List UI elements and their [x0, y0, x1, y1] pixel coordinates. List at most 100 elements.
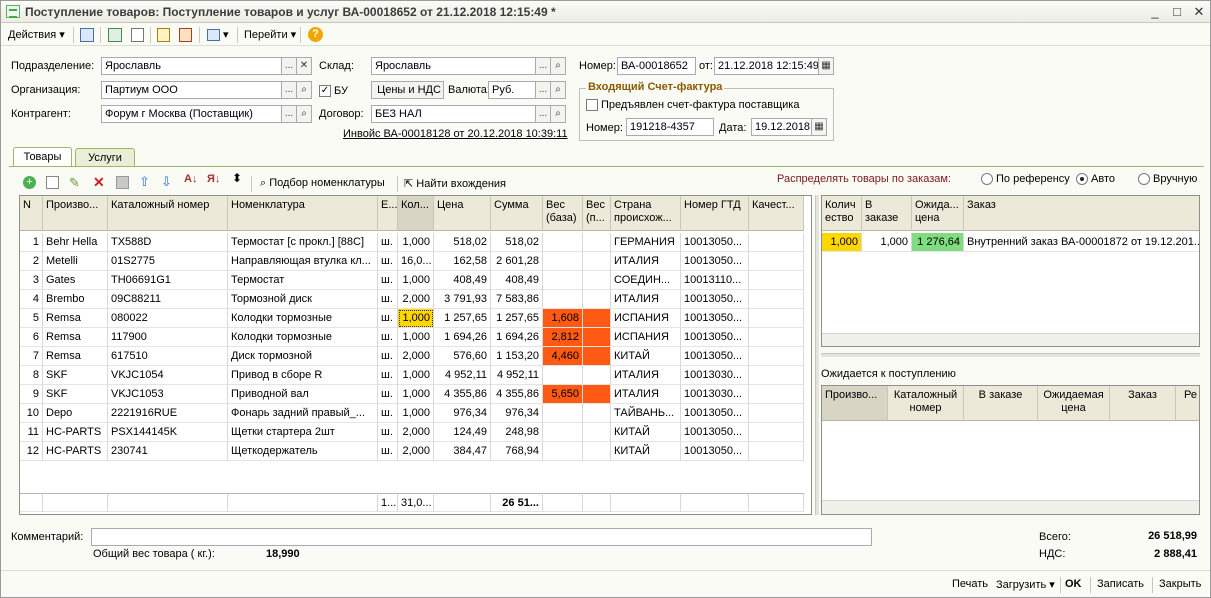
table-cell[interactable]: 2	[20, 252, 43, 271]
sklad-field[interactable]: Ярославль	[371, 57, 536, 75]
table-cell[interactable]: 1,000	[398, 404, 434, 423]
sf-date-field[interactable]: 19.12.2018	[751, 118, 812, 136]
column-header[interactable]: Е...	[378, 196, 398, 231]
table-cell[interactable]	[543, 271, 583, 290]
table-cell[interactable]	[749, 290, 804, 309]
date-field[interactable]: 21.12.2018 12:15:49	[714, 57, 819, 75]
table-cell[interactable]: 10	[20, 404, 43, 423]
table-cell[interactable]: 617510	[108, 347, 228, 366]
table-cell[interactable]: 1 694,26	[491, 328, 543, 347]
column-header[interactable]: Заказ	[1110, 386, 1176, 421]
table-cell[interactable]: 1,000	[398, 309, 434, 328]
table-cell[interactable]: 162,58	[434, 252, 491, 271]
move-up-icon[interactable]: ⇧	[139, 174, 150, 190]
edit-row-icon[interactable]: ✎	[69, 175, 80, 191]
org-search-icon[interactable]: ⌕	[297, 81, 312, 99]
horizontal-splitter[interactable]	[821, 353, 1200, 357]
table-cell[interactable]: Тормозной диск	[228, 290, 378, 309]
table-cell[interactable]	[749, 423, 804, 442]
table-cell[interactable]: ш.	[378, 271, 398, 290]
table-cell[interactable]: Metelli	[43, 252, 108, 271]
actions-menu[interactable]: Действия ▾	[8, 26, 65, 44]
column-header[interactable]: В заказе	[862, 196, 912, 231]
column-header[interactable]: Номенклатура	[228, 196, 378, 231]
table-cell[interactable]: 248,98	[491, 423, 543, 442]
table-cell[interactable]: 10013050...	[681, 290, 749, 309]
post-and-close-icon[interactable]	[80, 28, 94, 42]
invoice-link[interactable]: Инвойс ВА-00018128 от 20.12.2018 10:39:1…	[343, 128, 568, 140]
table-cell[interactable]	[749, 385, 804, 404]
table-cell[interactable]: TX588D	[108, 233, 228, 252]
column-header[interactable]: Вес (п...	[583, 196, 611, 231]
copy-doc-icon[interactable]	[131, 28, 144, 42]
table-cell[interactable]: ИТАЛИЯ	[611, 290, 681, 309]
table-cell[interactable]: ИТАЛИЯ	[611, 385, 681, 404]
sklad-search-icon[interactable]: ⌕	[551, 57, 566, 75]
column-header[interactable]: Произво...	[822, 386, 888, 421]
prices-nds-button[interactable]: Цены и НДС	[371, 81, 444, 99]
table-cell[interactable]: 4	[20, 290, 43, 309]
table-cell[interactable]: 976,34	[491, 404, 543, 423]
column-header[interactable]: В заказе	[964, 386, 1038, 421]
table-cell[interactable]: VKJC1053	[108, 385, 228, 404]
radio-auto[interactable]	[1076, 173, 1088, 185]
tab-services[interactable]: Услуги	[75, 148, 135, 167]
table-cell[interactable]: ИСПАНИЯ	[611, 328, 681, 347]
table-cell[interactable]: 7	[20, 347, 43, 366]
refresh-icon[interactable]	[108, 28, 122, 42]
table-cell[interactable]: Колодки тормозные	[228, 309, 378, 328]
save-button[interactable]: Записать	[1097, 578, 1144, 590]
table-cell[interactable]: Приводной вал	[228, 385, 378, 404]
ok-button[interactable]: OK	[1065, 578, 1082, 590]
table-cell[interactable]: Внутренний заказ ВА-00001872 от 19.12.20…	[964, 233, 1199, 252]
table-cell[interactable]	[583, 271, 611, 290]
table-cell[interactable]	[583, 309, 611, 328]
goto-menu[interactable]: Перейти ▾	[244, 26, 296, 44]
table-cell[interactable]: 576,60	[434, 347, 491, 366]
column-header[interactable]: Заказ	[964, 196, 1199, 231]
table-cell[interactable]: 1 257,65	[491, 309, 543, 328]
goods-table[interactable]: N Произво... Каталожный номер Номенклатура Е…	[19, 195, 812, 515]
table-cell[interactable]: 7 583,86	[491, 290, 543, 309]
table-cell[interactable]: 518,02	[491, 233, 543, 252]
table-cell[interactable]: 1,000	[862, 233, 912, 252]
table-cell[interactable]: 10013110...	[681, 271, 749, 290]
table-cell[interactable]: 2 601,28	[491, 252, 543, 271]
column-header[interactable]: Произво...	[43, 196, 108, 231]
table-cell[interactable]: Диск тормозной	[228, 347, 378, 366]
dogovor-field[interactable]: БЕЗ НАЛ	[371, 105, 536, 123]
table-cell[interactable]: Brembo	[43, 290, 108, 309]
podr-field[interactable]: Ярославль	[101, 57, 282, 75]
table-cell[interactable]: 1,000	[398, 385, 434, 404]
org-field[interactable]: Партиум ООО	[101, 81, 282, 99]
valuta-select-button[interactable]: ...	[536, 81, 551, 99]
table-cell[interactable]: HC-PARTS	[43, 423, 108, 442]
table-cell[interactable]: 2,000	[398, 290, 434, 309]
move-down-icon[interactable]: ⇩	[161, 174, 172, 190]
table-cell[interactable]	[543, 233, 583, 252]
comment-field[interactable]	[91, 528, 872, 546]
table-cell[interactable]: ТАЙВАНЬ...	[611, 404, 681, 423]
table-cell[interactable]: 11	[20, 423, 43, 442]
table-cell[interactable]: 4,460	[543, 347, 583, 366]
sklad-select-button[interactable]: ...	[536, 57, 551, 75]
table-cell[interactable]: 10013050...	[681, 423, 749, 442]
column-header[interactable]: Ре	[1176, 386, 1199, 421]
dogovor-search-icon[interactable]: ⌕	[551, 105, 566, 123]
table-cell[interactable]: Термостат	[228, 271, 378, 290]
table-cell[interactable]: 976,34	[434, 404, 491, 423]
table-cell[interactable]	[543, 404, 583, 423]
table-cell[interactable]: Remsa	[43, 347, 108, 366]
table-cell[interactable]	[543, 252, 583, 271]
table-cell[interactable]	[749, 328, 804, 347]
table-cell[interactable]: 4 952,11	[434, 366, 491, 385]
table-cell[interactable]: Термостат [с прокл.] [88С]	[228, 233, 378, 252]
table-cell[interactable]	[543, 366, 583, 385]
table-cell[interactable]: 408,49	[491, 271, 543, 290]
column-header[interactable]: Сумма	[491, 196, 543, 231]
minimize-icon[interactable]: _	[1147, 4, 1163, 20]
podr-select-button[interactable]: ...	[282, 57, 297, 75]
table-cell[interactable]: КИТАЙ	[611, 347, 681, 366]
nomer-field[interactable]: ВА-00018652	[617, 57, 696, 75]
end-edit-icon[interactable]	[116, 176, 129, 189]
